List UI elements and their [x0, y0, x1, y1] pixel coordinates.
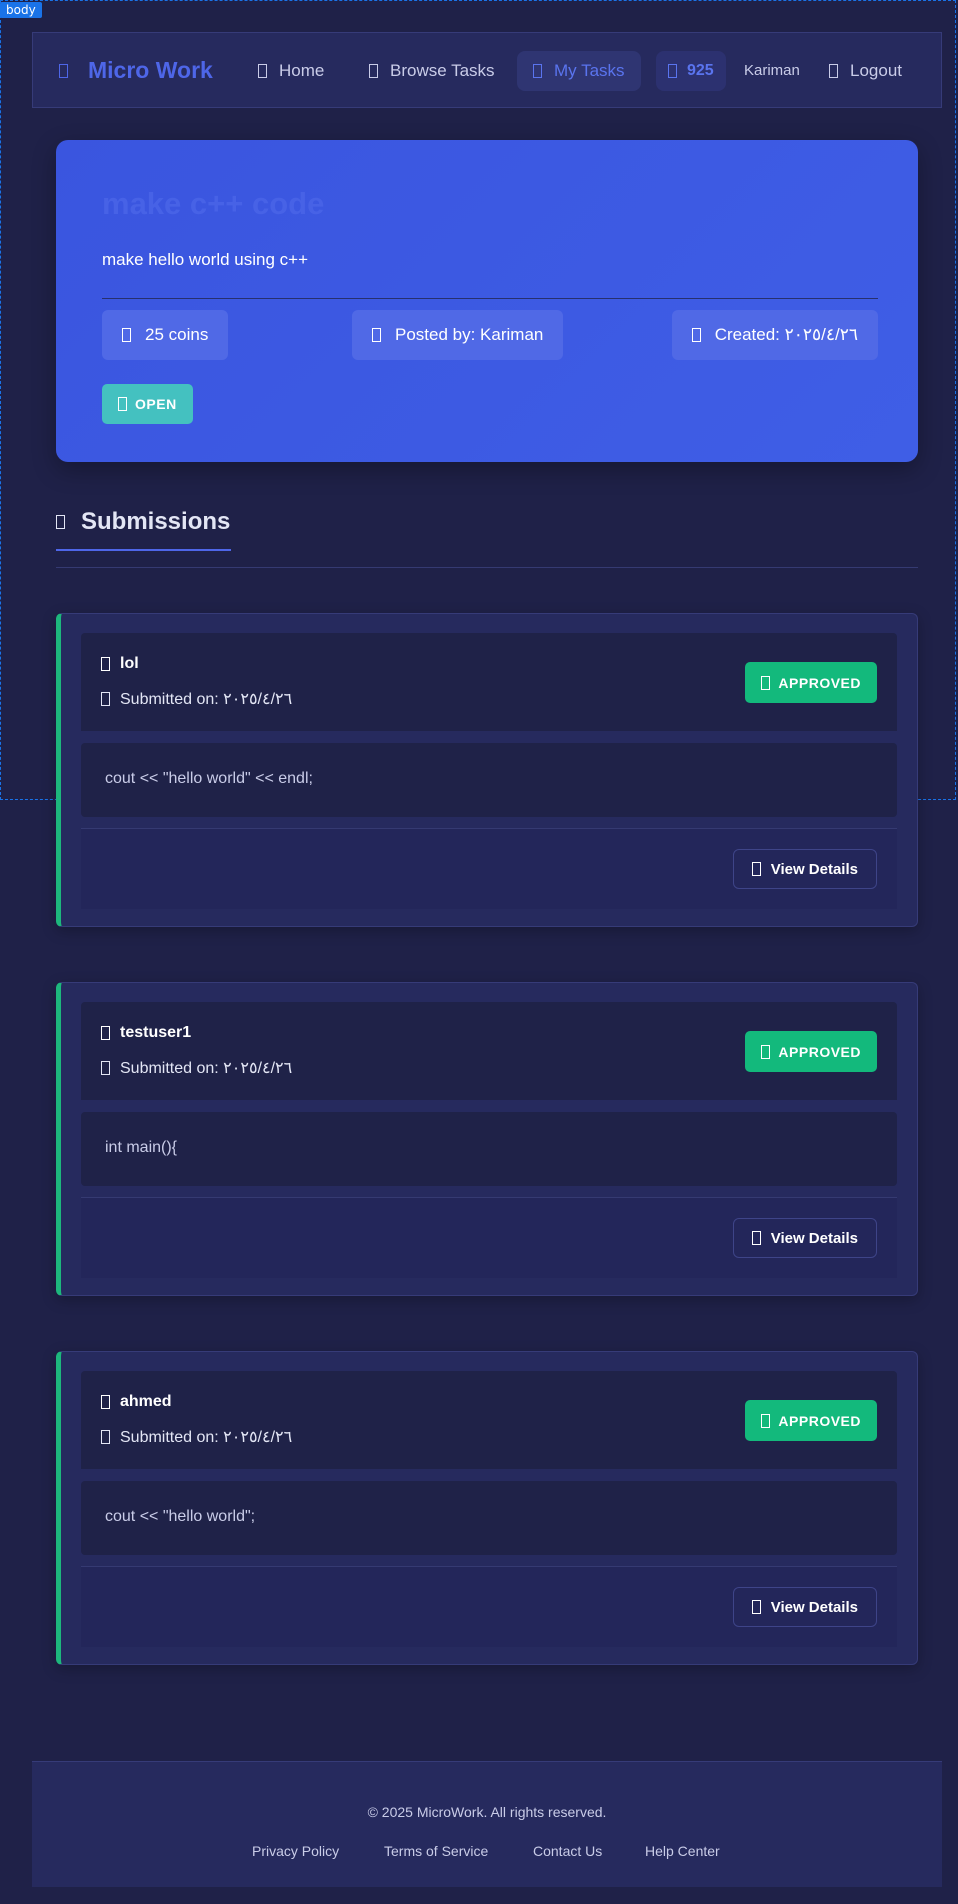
eye-icon — [751, 862, 761, 876]
approved-badge-label: APPROVED — [778, 1412, 861, 1429]
submission-header: lol Submitted on: ٢٠٢٥/٤/٢٦ APPROVED — [81, 633, 897, 731]
submission-user-name: testuser1 — [120, 1024, 192, 1041]
view-details-button[interactable]: View Details — [732, 1587, 877, 1627]
submission-user: lol — [101, 655, 139, 673]
terms-of-service-link[interactable]: Terms of Service — [384, 1843, 488, 1859]
coin-count: 925 — [687, 62, 714, 79]
submission-content-text: int main(){ — [105, 1139, 178, 1156]
coin-icon — [668, 64, 677, 78]
nav-browse-tasks[interactable]: Browse Tasks — [369, 51, 495, 91]
approved-badge-label: APPROVED — [778, 1043, 861, 1060]
calendar-icon — [691, 328, 701, 342]
logout-label: Logout — [850, 61, 902, 80]
submission-user: ahmed — [101, 1393, 172, 1411]
task-posted-by-label: Posted by: Kariman — [395, 325, 544, 344]
nav-home-label: Home — [279, 61, 325, 80]
user-icon — [101, 1026, 110, 1040]
submission-date-label: Submitted on: ٢٠٢٥/٤/٢٦ — [120, 691, 293, 708]
approved-badge: APPROVED — [745, 662, 877, 703]
calendar-icon — [101, 1061, 110, 1075]
view-details-label: View Details — [770, 860, 858, 878]
submission-user: testuser1 — [101, 1024, 191, 1042]
task-status-label: OPEN — [135, 396, 177, 412]
submission-date: Submitted on: ٢٠٢٥/٤/٢٦ — [101, 1058, 292, 1078]
tasks-icon — [533, 64, 542, 78]
submission-footer: View Details — [81, 829, 897, 909]
submission-user-name: ahmed — [120, 1393, 172, 1410]
submission-content-text: cout << "hello world" << endl; — [105, 770, 313, 787]
submission-date: Submitted on: ٢٠٢٥/٤/٢٦ — [101, 689, 292, 709]
view-details-label: View Details — [770, 1229, 858, 1247]
site-footer: © 2025 MicroWork. All rights reserved. P… — [32, 1761, 942, 1887]
submission-user-name: lol — [120, 655, 139, 672]
user-icon — [101, 657, 110, 671]
user-name: Kariman — [744, 62, 800, 79]
user-icon — [101, 1395, 110, 1409]
home-icon — [258, 64, 267, 78]
coin-icon — [122, 328, 131, 342]
task-reward-label: 25 coins — [145, 325, 209, 344]
check-icon — [761, 675, 771, 690]
submission-footer: View Details — [81, 1198, 897, 1278]
submissions-divider — [56, 567, 918, 568]
submission-content-text: cout << "hello world"; — [105, 1508, 256, 1525]
task-description: make hello world using c++ — [102, 250, 309, 269]
submissions-heading-label: Submissions — [81, 508, 231, 535]
approved-badge: APPROVED — [745, 1031, 877, 1072]
copyright: © 2025 MicroWork. All rights reserved. — [367, 1804, 607, 1820]
submission-card: testuser1 Submitted on: ٢٠٢٥/٤/٢٦ APPROV… — [56, 982, 918, 1296]
logout-link[interactable]: Logout — [829, 51, 902, 91]
nav-browse-tasks-label: Browse Tasks — [390, 61, 495, 80]
submission-date-label: Submitted on: ٢٠٢٥/٤/٢٦ — [120, 1060, 293, 1077]
check-icon — [761, 1413, 771, 1428]
submission-footer: View Details — [81, 1567, 897, 1647]
submission-content: cout << "hello world"; — [81, 1481, 897, 1555]
coin-balance: 925 — [656, 51, 726, 91]
logout-icon — [829, 64, 838, 78]
submission-card: lol Submitted on: ٢٠٢٥/٤/٢٦ APPROVED cou… — [56, 613, 918, 927]
status-icon — [118, 397, 127, 411]
brand[interactable]: Micro Work — [59, 57, 213, 84]
submission-date: Submitted on: ٢٠٢٥/٤/٢٦ — [101, 1427, 292, 1447]
submissions-heading-underline — [56, 549, 231, 551]
nav-my-tasks[interactable]: My Tasks — [517, 51, 641, 91]
task-created: Created: ٢٠٢٥/٤/٢٦ — [671, 310, 878, 360]
search-icon — [369, 64, 378, 78]
submission-card: ahmed Submitted on: ٢٠٢٥/٤/٢٦ APPROVED c… — [56, 1351, 918, 1665]
submission-header: ahmed Submitted on: ٢٠٢٥/٤/٢٦ APPROVED — [81, 1371, 897, 1469]
contact-us-link[interactable]: Contact Us — [533, 1843, 602, 1859]
task-created-label: Created: ٢٠٢٥/٤/٢٦ — [714, 325, 858, 344]
user-icon — [372, 328, 381, 342]
submissions-heading: Submissions — [56, 508, 230, 536]
submission-content: cout << "hello world" << endl; — [81, 743, 897, 817]
task-posted-by: Posted by: Kariman — [352, 310, 564, 360]
view-details-button[interactable]: View Details — [732, 1218, 877, 1258]
approved-badge-label: APPROVED — [778, 674, 861, 691]
calendar-icon — [101, 1430, 110, 1444]
help-center-link[interactable]: Help Center — [645, 1843, 720, 1859]
task-status-badge: OPEN — [102, 384, 193, 424]
nav-my-tasks-label: My Tasks — [554, 61, 625, 80]
brand-logo-icon — [59, 63, 68, 78]
view-details-label: View Details — [770, 1598, 858, 1616]
submission-header: testuser1 Submitted on: ٢٠٢٥/٤/٢٦ APPROV… — [81, 1002, 897, 1100]
eye-icon — [751, 1600, 761, 1614]
devtools-body-tag: body — [0, 2, 42, 18]
nav-home[interactable]: Home — [258, 51, 324, 91]
submission-content: int main(){ — [81, 1112, 897, 1186]
task-reward: 25 coins — [102, 310, 229, 360]
calendar-icon — [101, 692, 110, 706]
submissions-icon — [56, 515, 65, 529]
brand-name: Micro Work — [88, 57, 213, 83]
eye-icon — [751, 1231, 761, 1245]
submission-date-label: Submitted on: ٢٠٢٥/٤/٢٦ — [120, 1429, 293, 1446]
task-title: make c++ code — [102, 186, 325, 221]
approved-badge: APPROVED — [745, 1400, 877, 1441]
navbar: Micro Work Home Browse Tasks My Tasks 92… — [32, 32, 942, 108]
view-details-button[interactable]: View Details — [732, 849, 877, 889]
task-divider — [102, 298, 878, 299]
task-card: make c++ code make hello world using c++… — [56, 140, 918, 462]
privacy-policy-link[interactable]: Privacy Policy — [252, 1843, 339, 1859]
check-icon — [761, 1044, 771, 1059]
